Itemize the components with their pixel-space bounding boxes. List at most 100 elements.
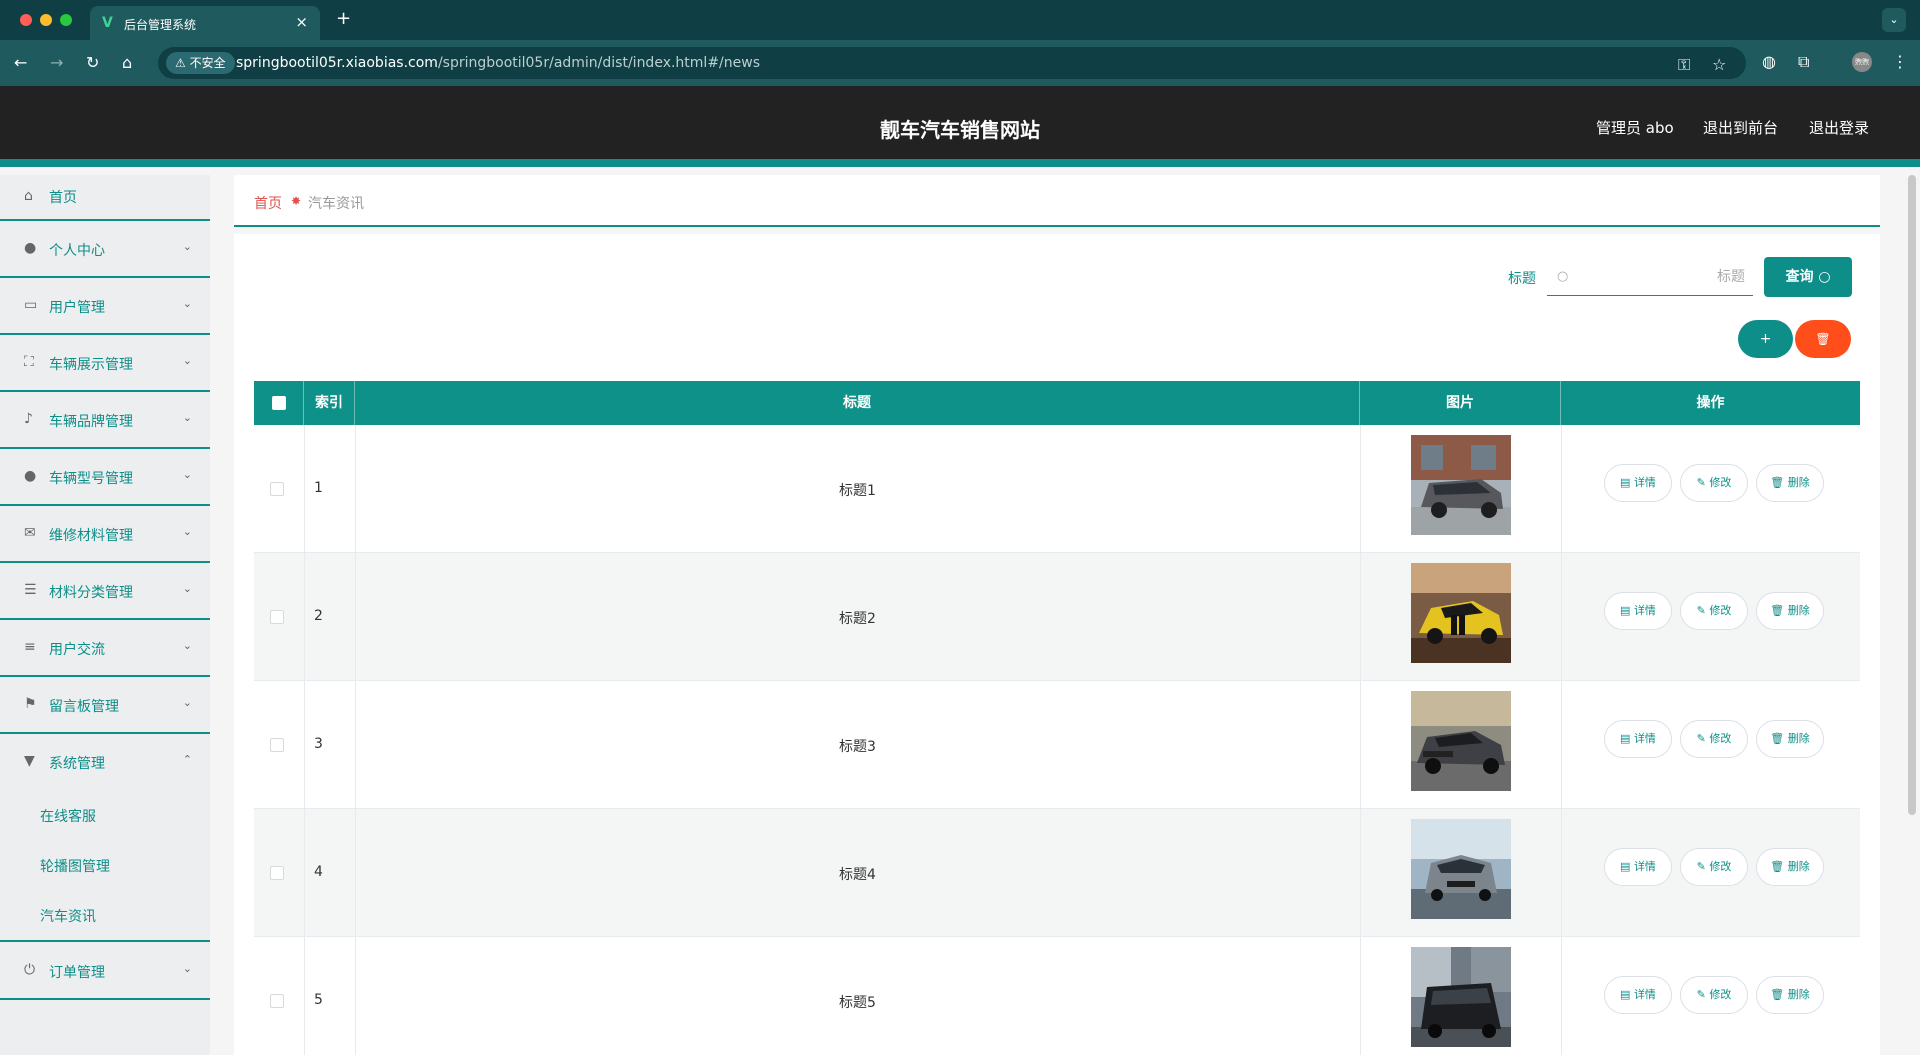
sidebar-item-home[interactable]: ⌂ 首页 xyxy=(0,175,210,221)
edit-button[interactable]: ✎ 修改 xyxy=(1680,976,1748,1014)
app-header: 靓车汽车销售网站 管理员 abo 退出到前台 退出登录 xyxy=(0,86,1920,167)
browser-tab[interactable]: V 后台管理系统 × xyxy=(90,6,320,40)
row-checkbox[interactable] xyxy=(270,610,284,624)
minimize-window-button[interactable] xyxy=(40,14,52,26)
close-window-button[interactable] xyxy=(20,14,32,26)
home-icon: ⌂ xyxy=(24,188,33,204)
sidebar-item-personal[interactable]: ● 个人中心 ⌄ xyxy=(0,222,210,278)
logout-link[interactable]: 退出登录 xyxy=(1809,117,1869,138)
breadcrumb: 首页 ✸ 汽车资讯 xyxy=(234,175,1880,227)
sidebar-item-material-category[interactable]: ☰ 材料分类管理 ⌄ xyxy=(0,564,210,620)
sidebar-subitem-car-news[interactable]: 汽车资讯 xyxy=(40,906,96,926)
row-index: 2 xyxy=(314,608,323,624)
sidebar-item-label: 车辆展示管理 xyxy=(49,357,133,373)
power-icon: ⏻ xyxy=(24,962,36,978)
home-page-icon[interactable]: ⌂ xyxy=(122,53,132,72)
vue-logo-icon: V xyxy=(102,15,113,31)
sidebar-item-user-exchange[interactable]: ≡ 用户交流 ⌄ xyxy=(0,621,210,677)
breadcrumb-home[interactable]: 首页 xyxy=(254,193,282,213)
back-arrow-icon[interactable]: ← xyxy=(14,53,27,72)
delete-button[interactable]: 🗑 删除 xyxy=(1756,976,1824,1014)
key-icon[interactable]: ⚿ xyxy=(1678,55,1690,75)
row-checkbox[interactable] xyxy=(270,866,284,880)
sidebar-item-system[interactable]: ▼ 系统管理 ⌃ 在线客服 轮播图管理 汽车资讯 xyxy=(0,735,210,942)
flag-icon: ⚑ xyxy=(24,696,37,712)
edit-button[interactable]: ✎ 修改 xyxy=(1680,720,1748,758)
delete-button[interactable]: 🗑 删除 xyxy=(1756,848,1824,886)
table-row: 5 标题5 ▤ 详情 ✎ 修改 🗑 删除 xyxy=(254,937,1860,1055)
forward-arrow-icon[interactable]: → xyxy=(50,53,63,72)
sidebar-item-vehicle-brand[interactable]: ♪ 车辆品牌管理 ⌄ xyxy=(0,393,210,449)
query-button[interactable]: 查询 ○ xyxy=(1764,257,1852,297)
table-row: 1 标题1 ▤ 详情 ✎ 修改 🗑 删除 xyxy=(254,425,1860,553)
row-title: 标题3 xyxy=(839,739,876,755)
sidebar-item-label: 车辆型号管理 xyxy=(49,471,133,487)
detail-button[interactable]: ▤ 详情 xyxy=(1604,976,1672,1014)
insecure-badge[interactable]: ⚠ 不安全 xyxy=(166,52,235,74)
header-actions: 操作 xyxy=(1696,395,1725,411)
sidebar-item-repair-materials[interactable]: ✉ 维修材料管理 ⌄ xyxy=(0,507,210,563)
add-button[interactable]: + xyxy=(1738,320,1793,358)
close-tab-icon[interactable]: × xyxy=(295,13,308,31)
fullscreen-icon: ⛶ xyxy=(24,354,34,370)
sidebar-item-users[interactable]: ▭ 用户管理 ⌄ xyxy=(0,279,210,335)
browser-menu-icon[interactable]: ⋮ xyxy=(1892,52,1908,71)
select-all-checkbox[interactable] xyxy=(272,396,286,410)
edit-button[interactable]: ✎ 修改 xyxy=(1680,592,1748,630)
new-tab-button[interactable]: + xyxy=(336,8,351,29)
sidebar-item-vehicle-model[interactable]: ● 车辆型号管理 ⌄ xyxy=(0,450,210,506)
search-field[interactable]: ○ xyxy=(1547,258,1753,296)
detail-button[interactable]: ▤ 详情 xyxy=(1604,848,1672,886)
edit-button[interactable]: ✎ 修改 xyxy=(1680,848,1748,886)
row-index: 5 xyxy=(314,992,323,1008)
detail-button[interactable]: ▤ 详情 xyxy=(1604,720,1672,758)
sliders-icon: ≡ xyxy=(24,639,36,655)
puzzle-extensions-icon[interactable]: ⧉ xyxy=(1798,52,1809,72)
header-select-all[interactable] xyxy=(254,381,304,425)
sidebar-item-orders[interactable]: ⏻ 订单管理 ⌄ xyxy=(0,944,210,1000)
delete-button[interactable]: 🗑 删除 xyxy=(1756,720,1824,758)
reload-icon[interactable]: ↻ xyxy=(86,53,99,72)
brush-icon: ▼ xyxy=(24,753,35,769)
page-scrollbar[interactable] xyxy=(1908,175,1916,815)
sidebar-subitem-carousel[interactable]: 轮播图管理 xyxy=(40,856,110,876)
sidebar-item-vehicle-display[interactable]: ⛶ 车辆展示管理 ⌄ xyxy=(0,336,210,392)
list-icon: ☰ xyxy=(24,582,37,598)
sidebar-item-label: 首页 xyxy=(49,190,77,206)
row-index: 1 xyxy=(314,480,323,496)
url-text[interactable]: springbootil05r.xiaobias.com/springbooti… xyxy=(236,55,760,71)
exit-to-front-link[interactable]: 退出到前台 xyxy=(1703,117,1778,138)
profile-avatar[interactable]: 煦煦 xyxy=(1852,52,1872,72)
extension-icon[interactable]: ◍ xyxy=(1762,52,1776,71)
tab-search-chevron-icon[interactable]: ⌄ xyxy=(1882,8,1906,32)
detail-button[interactable]: ▤ 详情 xyxy=(1604,592,1672,630)
row-index: 3 xyxy=(314,736,323,752)
row-checkbox[interactable] xyxy=(270,482,284,496)
address-bar[interactable]: ⚠ 不安全 springbootil05r.xiaobias.com/sprin… xyxy=(158,47,1746,79)
delete-button[interactable]: 🗑 删除 xyxy=(1756,464,1824,502)
chevron-down-icon: ⌄ xyxy=(182,297,192,310)
edit-button[interactable]: ✎ 修改 xyxy=(1680,464,1748,502)
mail-icon: ✉ xyxy=(24,525,36,541)
search-input[interactable] xyxy=(1577,264,1745,290)
sidebar-item-label: 留言板管理 xyxy=(49,699,119,715)
maximize-window-button[interactable] xyxy=(60,14,72,26)
chevron-down-icon: ⌄ xyxy=(182,411,192,424)
table-header: 索引 标题 图片 操作 xyxy=(254,381,1860,425)
sidebar-item-message-board[interactable]: ⚑ 留言板管理 ⌄ xyxy=(0,678,210,734)
batch-delete-button[interactable]: 🗑 xyxy=(1795,320,1851,358)
bookmark-star-icon[interactable]: ☆ xyxy=(1712,55,1726,74)
car-photo-yellow-sports xyxy=(1411,563,1511,663)
delete-button[interactable]: 🗑 删除 xyxy=(1756,592,1824,630)
car-photo-crossover xyxy=(1411,819,1511,919)
sidebar-item-label: 用户交流 xyxy=(49,642,105,658)
main-content: 标题 ○ 查询 ○ + 🗑 索引 标题 图片 操作 1 标题1 xyxy=(234,234,1880,1055)
row-checkbox[interactable] xyxy=(270,738,284,752)
detail-button[interactable]: ▤ 详情 xyxy=(1604,464,1672,502)
table-row: 3 标题3 ▤ 详情 ✎ 修改 🗑 删除 xyxy=(254,681,1860,809)
row-index: 4 xyxy=(314,864,323,880)
chevron-down-icon: ⌄ xyxy=(182,354,192,367)
chevron-down-icon: ⌄ xyxy=(182,582,192,595)
sidebar-subitem-online-service[interactable]: 在线客服 xyxy=(40,806,96,826)
row-checkbox[interactable] xyxy=(270,994,284,1008)
